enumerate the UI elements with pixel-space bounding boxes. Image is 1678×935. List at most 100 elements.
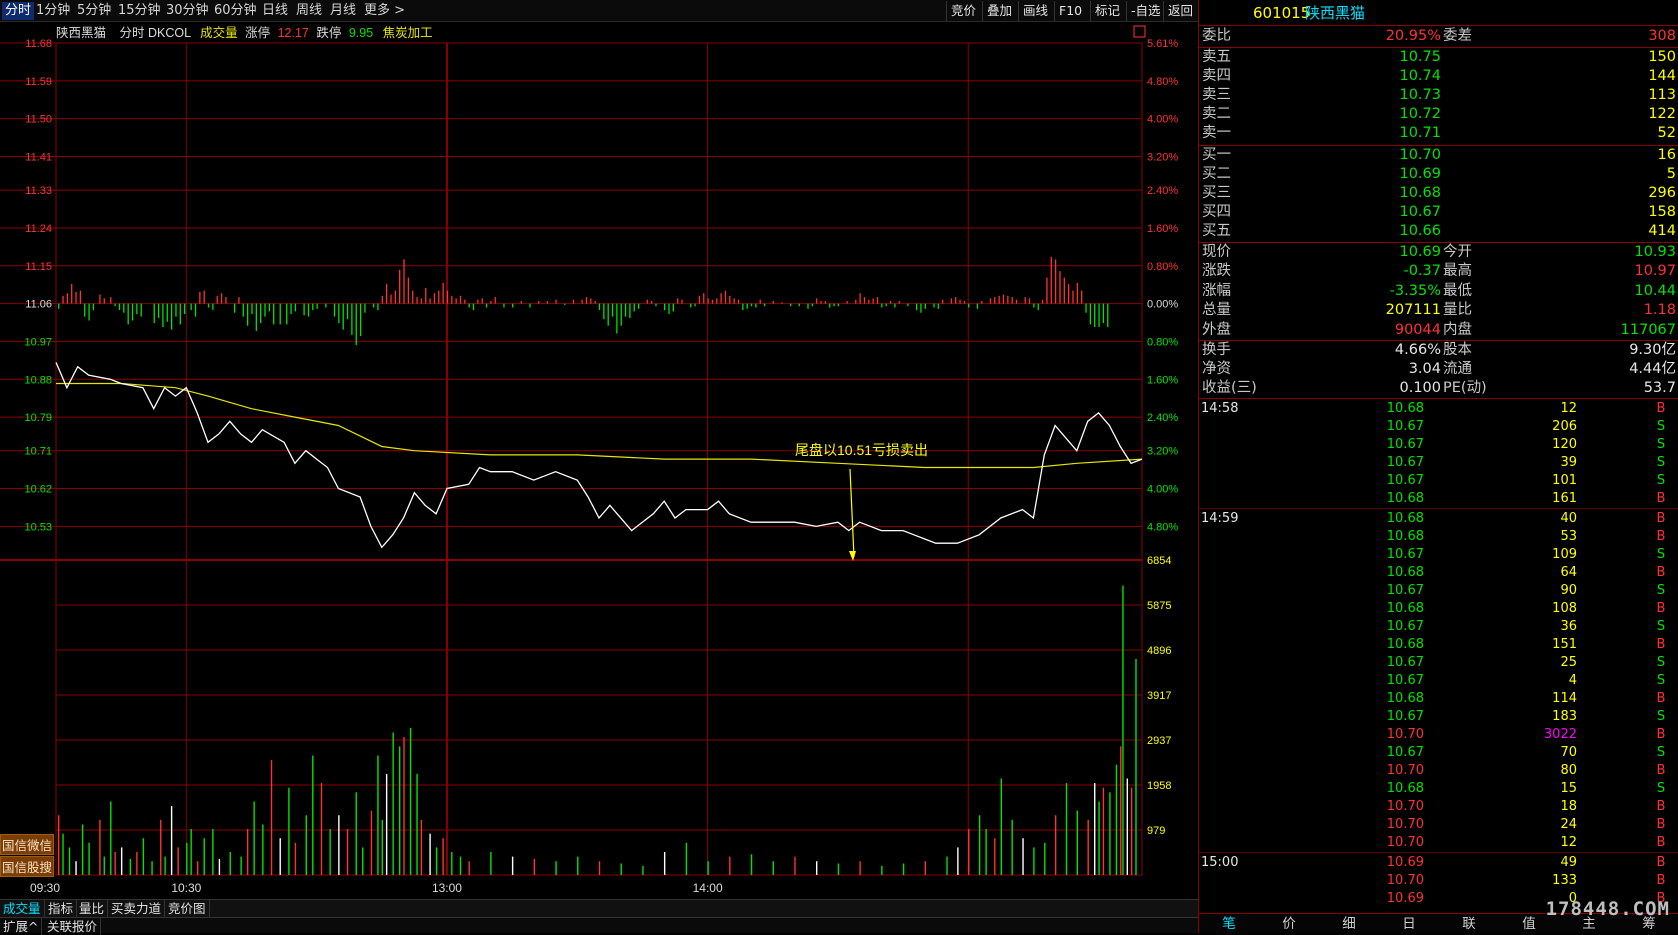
related-quote-button[interactable]: 关联报价 xyxy=(44,918,102,935)
volume-tick-label: 6854 xyxy=(1147,555,1171,567)
tick-row: 14:59 10.68 40 B xyxy=(1199,510,1678,528)
guoxin-search-flag[interactable]: 国信股搜 xyxy=(0,856,54,877)
period-toolbar: 分时 1分钟 5分钟 15分钟 30分钟 60分钟 日线 周线 月线 更多 > … xyxy=(0,0,1198,22)
tab-1min[interactable]: 1分钟 xyxy=(36,2,70,20)
tick-volume: 161 xyxy=(1552,491,1577,506)
weicha-value: 308 xyxy=(1648,28,1676,44)
tab-weekly[interactable]: 周线 xyxy=(296,2,322,20)
avg-price-line xyxy=(56,382,1143,469)
tab-volume[interactable]: 成交量 xyxy=(0,900,45,917)
intraday-chart[interactable]: 陕西黑猫 分时 DKCOL 成交量 涨停 12.17 跌停 9.95 焦炭加工 … xyxy=(0,22,1198,899)
tab-volume-ratio[interactable]: 量比 xyxy=(76,900,109,917)
quote-panel: 601015 陕西黑猫 委比 20.95% 委差 308 卖五 10.75 150 卖… xyxy=(1198,0,1678,933)
stat-label: 流通 xyxy=(1443,361,1472,377)
tab-15min[interactable]: 15分钟 xyxy=(118,2,161,20)
annotation-arrow-line xyxy=(849,468,855,558)
tick-price: 10.68 xyxy=(1386,781,1424,796)
tick-volume: 120 xyxy=(1552,437,1577,452)
tick-volume: 24 xyxy=(1560,817,1577,832)
pct-tick-label: 3.20% xyxy=(1147,446,1178,458)
ask-label: 卖二 xyxy=(1202,106,1231,122)
quote-value: 10.69 xyxy=(1399,244,1441,260)
annotation: 尾盘以10.51亏损卖出 xyxy=(795,442,928,561)
tab-60min[interactable]: 60分钟 xyxy=(214,2,257,20)
pct-tick-label: 4.80% xyxy=(1147,521,1178,533)
pct-tick-label: 1.60% xyxy=(1147,374,1178,386)
bid-price: 10.67 xyxy=(1399,204,1441,220)
force-bars xyxy=(58,256,1109,346)
indicator-tabs: 成交量 指标 量比 买卖力道 竞价图 xyxy=(0,899,1198,917)
tick-price: 10.67 xyxy=(1386,547,1424,562)
ask-row: 卖五 10.75 150 xyxy=(1201,48,1677,67)
quote-label: 量比 xyxy=(1443,302,1472,319)
price-tick-label: 10.62 xyxy=(24,484,52,496)
stock-name: 陕西黑猫 xyxy=(56,25,106,40)
panel-tab-2[interactable]: 细 xyxy=(1319,914,1379,934)
tab-indicator[interactable]: 指标 xyxy=(45,900,78,917)
panel-tab-4[interactable]: 联 xyxy=(1439,914,1499,934)
tick-volume: 109 xyxy=(1552,547,1577,562)
ask-price: 10.75 xyxy=(1399,49,1441,65)
panel-tab-1[interactable]: 价 xyxy=(1259,914,1319,934)
tick-side: S xyxy=(1656,583,1666,598)
tick-row: 10.70 3022 B xyxy=(1199,726,1678,744)
quote-label: 涨幅 xyxy=(1202,282,1231,299)
extension-bar: 扩展^ 关联报价 xyxy=(0,917,1198,935)
auction-button[interactable]: 竞价 xyxy=(946,1,980,21)
tab-buysell-force[interactable]: 买卖力道 xyxy=(108,900,166,917)
tick-price: 10.70 xyxy=(1386,835,1424,850)
tab-daily[interactable]: 日线 xyxy=(262,2,288,20)
tick-side: B xyxy=(1656,817,1666,832)
tick-price: 10.67 xyxy=(1386,655,1424,670)
quote-value: 10.93 xyxy=(1634,244,1676,260)
price-line xyxy=(55,362,1143,549)
tick-price: 10.68 xyxy=(1386,401,1424,416)
panel-tab-0[interactable]: 笔 xyxy=(1199,914,1259,934)
divider xyxy=(1199,25,1678,26)
tick-volume: 18 xyxy=(1560,799,1577,814)
guoxin-wechat-flag[interactable]: 国信微信 xyxy=(0,834,54,855)
ask-price: 10.72 xyxy=(1399,106,1441,122)
quote-value: 207111 xyxy=(1385,302,1441,319)
tab-30min[interactable]: 30分钟 xyxy=(166,2,209,20)
tick-volume: 15 xyxy=(1560,781,1577,796)
watchlist-button[interactable]: -自选 xyxy=(1126,1,1165,21)
bid-volume: 414 xyxy=(1648,223,1676,239)
maximize-icon[interactable] xyxy=(1133,25,1146,38)
tick-side: S xyxy=(1656,455,1666,470)
tick-side: S xyxy=(1656,437,1666,452)
tab-more[interactable]: 更多 > xyxy=(364,2,405,20)
draw-line-button[interactable]: 画线 xyxy=(1018,1,1052,21)
quote-label: 总量 xyxy=(1202,302,1231,319)
tick-volume: 64 xyxy=(1560,565,1577,580)
bid-price: 10.66 xyxy=(1399,223,1441,239)
tick-side: B xyxy=(1656,835,1666,850)
quote-value: 10.44 xyxy=(1634,282,1676,299)
bid-label: 买三 xyxy=(1202,185,1231,201)
f10-button[interactable]: F10 xyxy=(1054,1,1086,21)
tick-row: 10.67 183 S xyxy=(1199,708,1678,726)
tab-monthly[interactable]: 月线 xyxy=(330,2,356,20)
tab-fenshi[interactable]: 分时 xyxy=(2,2,35,20)
mark-button[interactable]: 标记 xyxy=(1090,1,1124,21)
tick-side: B xyxy=(1656,763,1666,778)
ask-label: 卖五 xyxy=(1202,49,1231,65)
extend-button[interactable]: 扩展^ xyxy=(0,918,43,935)
pct-tick-label: 0.80% xyxy=(1147,261,1178,273)
tab-5min[interactable]: 5分钟 xyxy=(77,2,111,20)
overlay-button[interactable]: 叠加 xyxy=(982,1,1016,21)
bid-row: 买二 10.69 5 xyxy=(1201,165,1677,184)
bid-price: 10.70 xyxy=(1399,147,1441,163)
ask-volume: 122 xyxy=(1648,106,1676,122)
tick-volume: 90 xyxy=(1560,583,1577,598)
back-button[interactable]: 返回 xyxy=(1163,1,1197,21)
ask-row: 卖二 10.72 122 xyxy=(1201,105,1677,124)
tick-price: 10.70 xyxy=(1386,727,1424,742)
watermark: 178448.COM xyxy=(1545,898,1670,920)
panel-tab-3[interactable]: 日 xyxy=(1379,914,1439,934)
tick-side: B xyxy=(1656,727,1666,742)
stat-value: 4.66% xyxy=(1394,342,1441,358)
tick-volume: 49 xyxy=(1560,855,1577,870)
quote-value: 90044 xyxy=(1394,321,1441,338)
tab-auction-chart[interactable]: 竞价图 xyxy=(165,900,210,917)
